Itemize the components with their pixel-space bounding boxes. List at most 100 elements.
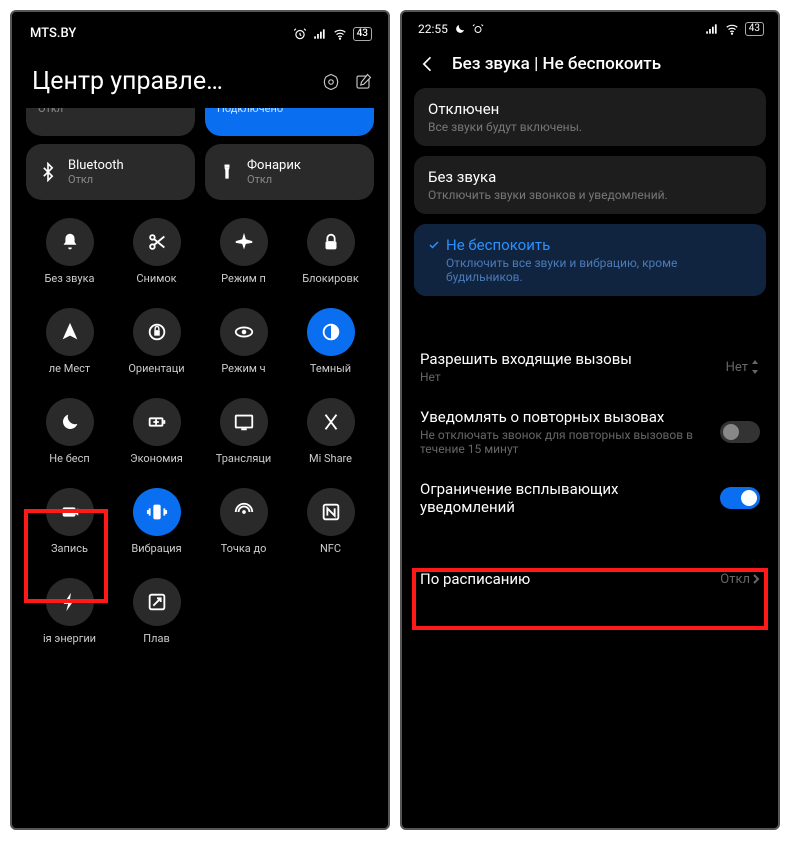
phone-left-control-center: MTS.BY 43 Центр управле… Откл Подключено… <box>10 10 390 830</box>
toggle-label: Ориентаци <box>128 362 184 375</box>
lock-icon <box>307 218 355 266</box>
toggle-moon[interactable]: Не бесп <box>26 398 113 478</box>
toggle-cast[interactable]: Трансляци <box>200 398 287 478</box>
rotate-lock-icon <box>133 308 181 356</box>
toggle-label: NFC <box>320 542 341 555</box>
toggle-vibrate[interactable]: Вибрация <box>113 488 200 568</box>
toggle-label: Режим п <box>221 272 266 285</box>
scissors-icon <box>133 218 181 266</box>
alarm-icon <box>472 23 484 35</box>
cast-icon <box>220 398 268 446</box>
toggle-label: Не бесп <box>49 452 89 465</box>
partial-tile-row: Откл Подключено <box>12 108 388 144</box>
back-arrow-icon[interactable] <box>418 54 438 74</box>
option-off[interactable]: Отключен Все звуки будут включены. <box>414 88 766 146</box>
wifi-icon <box>725 22 739 36</box>
settings-icon[interactable] <box>322 73 340 91</box>
toggle-label: Блокировк <box>302 272 359 285</box>
tile-row: Bluetooth Откл Фонарик Откл <box>12 144 388 210</box>
carrier-label: MTS.BY <box>30 26 76 41</box>
chevron-right-icon <box>752 573 760 585</box>
toggle-compass[interactable]: ле Мест <box>26 308 113 388</box>
toggle-label: Точка до <box>221 542 267 555</box>
mishare-icon <box>307 398 355 446</box>
battery-plus-icon <box>133 398 181 446</box>
toggle-float-window[interactable]: Плав <box>113 578 200 658</box>
flashlight-icon <box>217 162 237 182</box>
toggle-label: Вибрация <box>131 542 181 555</box>
battery-badge: 43 <box>353 27 372 41</box>
setting-popup-limit[interactable]: Ограничение всплывающих уведомлений <box>402 466 778 526</box>
signal-icon <box>705 22 719 36</box>
hotspot-icon <box>220 488 268 536</box>
check-icon <box>428 239 440 251</box>
toggle-label: Плав <box>143 632 169 645</box>
camera-icon <box>46 488 94 536</box>
status-right: 43 <box>705 22 764 36</box>
updown-icon <box>750 360 760 374</box>
control-center-header: Центр управле… <box>12 49 388 108</box>
alarm-icon <box>293 27 307 41</box>
option-dnd[interactable]: Не беспокоить Отключить все звуки и вибр… <box>414 224 766 296</box>
bell-icon <box>46 218 94 266</box>
compass-icon <box>46 308 94 356</box>
toggle-label: ле Мест <box>49 362 90 375</box>
tile-bluetooth[interactable]: Bluetooth Откл <box>26 144 195 200</box>
option-silent[interactable]: Без звука Отключить звуки звонков и увед… <box>414 156 766 214</box>
toggle-camera[interactable]: Запись <box>26 488 113 568</box>
toggle-rotate-lock[interactable]: Ориентаци <box>113 308 200 388</box>
bolt-icon <box>46 578 94 626</box>
toggle-dark-mode[interactable]: Темный <box>287 308 374 388</box>
setting-repeat-calls[interactable]: Уведомлять о повторных вызовах Не отключ… <box>402 394 778 466</box>
toggle-label: Темный <box>310 362 351 375</box>
toggle-bell[interactable]: Без звука <box>26 218 113 298</box>
signal-icon <box>313 27 327 41</box>
toggle-hotspot[interactable]: Точка до <box>200 488 287 568</box>
time-label: 22:55 <box>418 22 448 36</box>
status-bar: MTS.BY 43 <box>12 12 388 49</box>
edit-icon[interactable] <box>354 73 372 91</box>
toggle-airplane[interactable]: Режим п <box>200 218 287 298</box>
moon-icon <box>454 23 466 35</box>
float-window-icon <box>133 578 181 626</box>
eye-icon <box>220 308 268 356</box>
toggle-label: Mi Share <box>309 452 352 465</box>
tile-partial-2[interactable]: Подключено <box>205 108 374 136</box>
toggle-scissors[interactable]: Снимок <box>113 218 200 298</box>
dark-mode-icon <box>307 308 355 356</box>
setting-schedule[interactable]: По расписанию Откл <box>402 556 778 598</box>
wifi-icon <box>333 27 347 41</box>
tile-flashlight[interactable]: Фонарик Откл <box>205 144 374 200</box>
toggle-eye[interactable]: Режим ч <box>200 308 287 388</box>
toggle-lock[interactable]: Блокировк <box>287 218 374 298</box>
bluetooth-icon <box>38 162 58 182</box>
page-title: Без звука | Не беспокоить <box>452 54 661 74</box>
toggle-label: Режим ч <box>221 362 265 375</box>
mode-options: Отключен Все звуки будут включены. Без з… <box>402 88 778 296</box>
toggle-bolt[interactable]: ія энергии <box>26 578 113 658</box>
vibrate-icon <box>133 488 181 536</box>
toggles-grid: Без звука Снимок Режим п Блокировк ле Мест Ор… <box>12 210 388 658</box>
toggle-battery-plus[interactable]: Экономия <box>113 398 200 478</box>
status-right: 43 <box>293 27 372 41</box>
toggle-label: Трансляци <box>216 452 272 465</box>
airplane-icon <box>220 218 268 266</box>
battery-badge: 43 <box>745 22 764 36</box>
toggle-label: Снимок <box>136 272 176 285</box>
nfc-icon <box>307 488 355 536</box>
moon-icon <box>46 398 94 446</box>
toggle-label: Запись <box>51 542 88 555</box>
toggle-repeat-calls[interactable] <box>720 421 760 443</box>
control-center-title: Центр управле… <box>32 67 223 96</box>
toggle-label: Без звука <box>44 272 94 285</box>
toggle-label: ія энергии <box>43 632 96 645</box>
phone-right-dnd-settings: 22:55 43 Без звука | Не беспокоить Отклю… <box>400 10 780 830</box>
status-bar: 22:55 43 <box>402 12 778 42</box>
toggle-mishare[interactable]: Mi Share <box>287 398 374 478</box>
tile-partial-1[interactable]: Откл <box>26 108 195 136</box>
toggle-label: Экономия <box>130 452 183 465</box>
setting-allow-calls[interactable]: Разрешить входящие вызовы Нет Нет <box>402 336 778 394</box>
page-header: Без звука | Не беспокоить <box>402 42 778 88</box>
toggle-nfc[interactable]: NFC <box>287 488 374 568</box>
toggle-popup-limit[interactable] <box>720 487 760 509</box>
